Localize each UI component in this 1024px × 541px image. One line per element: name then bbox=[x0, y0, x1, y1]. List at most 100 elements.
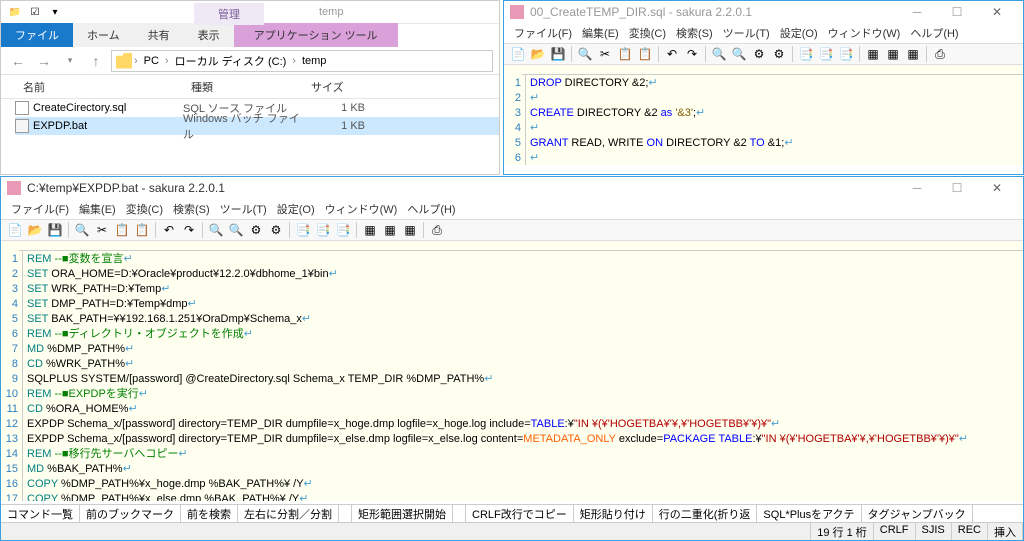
status-cell[interactable]: CRLF改行でコピー bbox=[466, 505, 574, 522]
toolbar-button[interactable]: ⚙ bbox=[770, 45, 788, 63]
toolbar-button[interactable]: 📑 bbox=[334, 221, 352, 239]
up-button[interactable]: ↑ bbox=[85, 50, 107, 72]
toolbar-button[interactable]: 📋 bbox=[616, 45, 634, 63]
toolbar-button[interactable]: 🔍 bbox=[73, 221, 91, 239]
titlebar[interactable]: 00_CreateTEMP_DIR.sql - sakura 2.2.0.1 ─… bbox=[504, 1, 1023, 23]
status-cell[interactable]: 行の二重化(折り返 bbox=[653, 505, 758, 522]
toolbar-button[interactable]: 📂 bbox=[529, 45, 547, 63]
toolbar-button[interactable]: ⎙ bbox=[428, 221, 446, 239]
toolbar-button[interactable]: ▦ bbox=[361, 221, 379, 239]
toolbar-button[interactable]: ▦ bbox=[884, 45, 902, 63]
status-cell[interactable]: 前のブックマーク bbox=[80, 505, 181, 522]
toolbar-button[interactable]: 📑 bbox=[314, 221, 332, 239]
toolbar-button[interactable]: ✂ bbox=[596, 45, 614, 63]
menu-item[interactable]: ファイル(F) bbox=[7, 200, 73, 218]
toolbar-button[interactable]: 📑 bbox=[797, 45, 815, 63]
code-area[interactable]: REM --■変数を宣言↵SET ORA_HOME=D:¥Oracle¥prod… bbox=[23, 241, 1023, 501]
close-button[interactable]: ✕ bbox=[977, 177, 1017, 199]
menu-item[interactable]: ヘルプ(H) bbox=[403, 200, 459, 218]
toolbar-button[interactable]: 📄 bbox=[6, 221, 24, 239]
file-row[interactable]: EXPDP.batWindows バッチ ファイル1 KB bbox=[15, 117, 499, 135]
qat-dropdown-icon[interactable]: ▾ bbox=[47, 4, 63, 20]
col-name[interactable]: 名前 bbox=[15, 75, 183, 98]
tab-home[interactable]: ホーム bbox=[73, 23, 134, 47]
toolbar-button[interactable]: ▦ bbox=[401, 221, 419, 239]
toolbar-button[interactable]: 📋 bbox=[133, 221, 151, 239]
toolbar-button[interactable]: ⚙ bbox=[247, 221, 265, 239]
toolbar-button[interactable]: ↷ bbox=[180, 221, 198, 239]
toolbar-button[interactable]: ▦ bbox=[381, 221, 399, 239]
status-cell[interactable]: コマンド一覧 bbox=[1, 505, 80, 522]
tab-view[interactable]: 表示 bbox=[184, 23, 234, 47]
qat-icon[interactable]: ☑ bbox=[27, 4, 43, 20]
toolbar-button[interactable]: ▦ bbox=[864, 45, 882, 63]
menu-item[interactable]: 変換(C) bbox=[625, 24, 670, 42]
col-type[interactable]: 種類 bbox=[183, 75, 303, 98]
crumb-drive[interactable]: ローカル ディスク (C:) bbox=[171, 53, 291, 69]
status-cell[interactable]: SQL*Plusをアクテ bbox=[757, 505, 861, 522]
toolbar-button[interactable]: ↷ bbox=[683, 45, 701, 63]
menu-item[interactable]: 編集(E) bbox=[578, 24, 623, 42]
toolbar-button[interactable]: 🔍 bbox=[710, 45, 728, 63]
address-bar[interactable]: › PC › ローカル ディスク (C:) › temp bbox=[111, 50, 493, 72]
status-cell[interactable]: 矩形貼り付け bbox=[574, 505, 653, 522]
menu-item[interactable]: ツール(T) bbox=[216, 200, 271, 218]
tools-tab[interactable]: 管理 bbox=[194, 3, 264, 25]
code-area[interactable]: DROP DIRECTORY &2;↵↵CREATE DIRECTORY &2 … bbox=[526, 65, 1023, 165]
toolbar-button[interactable]: 📑 bbox=[817, 45, 835, 63]
toolbar-button[interactable]: 📄 bbox=[509, 45, 527, 63]
toolbar-button[interactable]: 📂 bbox=[26, 221, 44, 239]
toolbar-button[interactable]: 🔍 bbox=[227, 221, 245, 239]
editor-body[interactable]: 1234567 DROP DIRECTORY &2;↵↵CREATE DIREC… bbox=[504, 65, 1023, 165]
status-cell[interactable]: 前を検索 bbox=[181, 505, 238, 522]
minimize-button[interactable]: ─ bbox=[897, 1, 937, 23]
status-cell[interactable]: 左右に分割／分割 bbox=[238, 505, 339, 522]
explorer-titlebar[interactable]: 📁 ☑ ▾ 管理 temp bbox=[1, 1, 499, 23]
toolbar-button[interactable]: 💾 bbox=[549, 45, 567, 63]
toolbar-button[interactable]: 🔍 bbox=[207, 221, 225, 239]
crumb-folder[interactable]: temp bbox=[298, 55, 330, 67]
menu-item[interactable]: ヘルプ(H) bbox=[906, 24, 962, 42]
toolbar-button[interactable]: 📑 bbox=[294, 221, 312, 239]
status-cell[interactable]: タグジャンプバック bbox=[862, 505, 973, 522]
toolbar-button[interactable]: ✂ bbox=[93, 221, 111, 239]
crumb-pc[interactable]: PC bbox=[140, 55, 163, 67]
toolbar-button[interactable]: ↶ bbox=[663, 45, 681, 63]
status-cell[interactable] bbox=[453, 505, 466, 522]
maximize-button[interactable]: ☐ bbox=[937, 177, 977, 199]
maximize-button[interactable]: ☐ bbox=[937, 1, 977, 23]
toolbar-button[interactable]: ⚙ bbox=[267, 221, 285, 239]
titlebar[interactable]: C:¥temp¥EXPDP.bat - sakura 2.2.0.1 ─ ☐ ✕ bbox=[1, 177, 1023, 199]
editor-body[interactable]: 123456789101112131415161718 REM --■変数を宣言… bbox=[1, 241, 1023, 501]
forward-button[interactable]: → bbox=[33, 50, 55, 72]
menu-item[interactable]: 検索(S) bbox=[672, 24, 717, 42]
toolbar-button[interactable]: ▦ bbox=[904, 45, 922, 63]
toolbar-button[interactable]: 🔍 bbox=[730, 45, 748, 63]
toolbar-button[interactable]: ↶ bbox=[160, 221, 178, 239]
toolbar-button[interactable]: 💾 bbox=[46, 221, 64, 239]
toolbar-button[interactable]: 📋 bbox=[113, 221, 131, 239]
tab-share[interactable]: 共有 bbox=[134, 23, 184, 47]
menu-item[interactable]: ツール(T) bbox=[719, 24, 774, 42]
menu-item[interactable]: ファイル(F) bbox=[510, 24, 576, 42]
status-cell[interactable]: 矩形範囲選択開始 bbox=[352, 505, 453, 522]
back-button[interactable]: ← bbox=[7, 50, 29, 72]
status-cell[interactable] bbox=[339, 505, 352, 522]
menu-item[interactable]: ウィンドウ(W) bbox=[321, 200, 402, 218]
menu-item[interactable]: ウィンドウ(W) bbox=[824, 24, 905, 42]
menu-item[interactable]: 設定(O) bbox=[273, 200, 319, 218]
menu-item[interactable]: 検索(S) bbox=[169, 200, 214, 218]
toolbar-button[interactable]: 📋 bbox=[636, 45, 654, 63]
toolbar-button[interactable]: 📑 bbox=[837, 45, 855, 63]
toolbar-button[interactable]: ⚙ bbox=[750, 45, 768, 63]
recent-dropdown[interactable]: ▾ bbox=[59, 50, 81, 72]
menu-item[interactable]: 設定(O) bbox=[776, 24, 822, 42]
tab-apptools[interactable]: アプリケーション ツール bbox=[234, 23, 398, 47]
menu-item[interactable]: 編集(E) bbox=[75, 200, 120, 218]
toolbar-button[interactable]: ⎙ bbox=[931, 45, 949, 63]
menu-item[interactable]: 変換(C) bbox=[122, 200, 167, 218]
close-button[interactable]: ✕ bbox=[977, 1, 1017, 23]
col-size[interactable]: サイズ bbox=[303, 75, 383, 98]
toolbar-button[interactable]: 🔍 bbox=[576, 45, 594, 63]
minimize-button[interactable]: ─ bbox=[897, 177, 937, 199]
